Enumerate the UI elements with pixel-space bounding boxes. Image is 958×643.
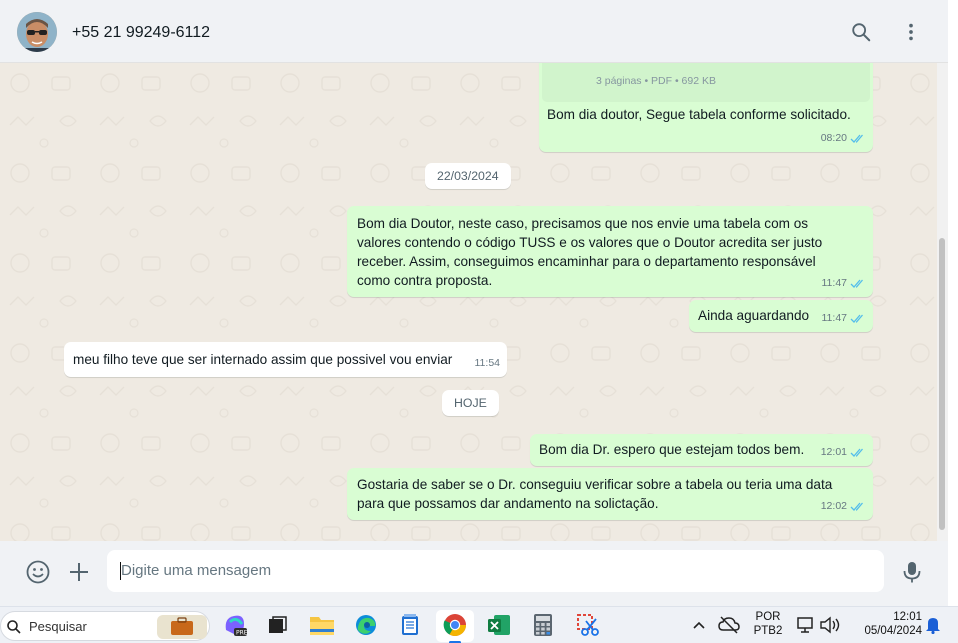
message-meta: 11:54 [475, 354, 501, 373]
clock-time: 12:01 [893, 611, 922, 623]
more-vertical-icon[interactable] [898, 19, 924, 45]
search-icon [7, 620, 21, 634]
briefcase-icon [157, 615, 207, 639]
input-language[interactable]: POR PTB2 [753, 610, 783, 638]
cloud-off-icon[interactable] [716, 612, 742, 638]
double-check-icon [850, 134, 863, 143]
taskbar-search[interactable]: Pesquisar [0, 611, 210, 641]
keyboard-layout: PTB2 [753, 625, 783, 637]
chrome-icon[interactable] [442, 612, 468, 638]
message-text: Bom dia Dr. espero que estejam todos bem… [539, 442, 805, 457]
calculator-icon[interactable] [530, 612, 556, 638]
incoming-message[interactable]: meu filho teve que ser internado assim q… [64, 342, 507, 377]
window-edge [948, 0, 958, 606]
notification-bell-icon[interactable] [920, 612, 946, 638]
date-chip: 22/03/2024 [425, 163, 511, 189]
double-check-icon [850, 279, 863, 288]
message-text: Ainda aguardando [698, 308, 810, 323]
file-explorer-icon[interactable] [309, 612, 335, 638]
windows-taskbar: Pesquisar PRE POR PTB2 12:01 05/04/2024 [0, 606, 958, 643]
double-check-icon [850, 502, 863, 511]
message-input[interactable] [121, 562, 861, 579]
message-composer [0, 541, 948, 606]
snipping-tool-icon[interactable] [575, 612, 601, 638]
copilot-icon[interactable]: PRE [222, 612, 248, 638]
svg-text:PRE: PRE [236, 630, 248, 637]
message-time: 12:01 [820, 446, 847, 458]
message-meta: 12:02 [821, 497, 866, 516]
message-meta: 08:20 [821, 129, 866, 148]
date-chip: HOJE [442, 390, 499, 416]
message-meta: 11:47 [822, 274, 867, 293]
chevron-up-icon[interactable] [686, 612, 712, 638]
message-time: 11:54 [474, 357, 501, 369]
message-text: meu filho teve que ser internado assim q… [73, 352, 453, 367]
plus-icon[interactable] [66, 559, 92, 585]
pdf-attachment[interactable]: 3 páginas • PDF • 692 KB [542, 63, 870, 102]
pdf-meta: 3 páginas • PDF • 692 KB [596, 75, 717, 87]
message-text: Bom dia doutor, Segue tabela conforme so… [547, 107, 851, 122]
chat-scrollbar-thumb[interactable] [939, 238, 945, 530]
double-check-icon [850, 448, 863, 457]
chat-messages-area[interactable]: 3 páginas • PDF • 692 KB Bom dia doutor,… [0, 63, 948, 541]
message-time: 11:47 [821, 277, 848, 289]
whatsapp-window: +55 21 99249-6112 3 páginas • PDF • 692 … [0, 0, 958, 643]
notepad-icon[interactable] [397, 612, 423, 638]
search-icon[interactable] [848, 19, 874, 45]
emoji-icon[interactable] [25, 559, 51, 585]
microphone-icon[interactable] [899, 559, 925, 585]
message-text: Gostaria de saber se o Dr. conseguiu ver… [357, 477, 833, 511]
clock-date: 05/04/2024 [864, 625, 922, 637]
taskbar-search-label: Pesquisar [29, 619, 87, 634]
volume-icon[interactable] [817, 612, 843, 638]
clock[interactable]: 12:01 05/04/2024 [848, 610, 922, 638]
pdf-message[interactable]: 3 páginas • PDF • 692 KB Bom dia doutor,… [539, 63, 873, 152]
message-input-box[interactable] [107, 550, 884, 592]
contact-avatar[interactable] [17, 12, 57, 52]
outgoing-message[interactable]: Gostaria de saber se o Dr. conseguiu ver… [347, 468, 873, 520]
outgoing-message[interactable]: Bom dia Doutor, neste caso, precisamos q… [347, 206, 873, 297]
message-text: Bom dia Doutor, neste caso, precisamos q… [357, 216, 823, 288]
message-meta: 11:47 [822, 309, 867, 328]
outgoing-message[interactable]: Bom dia Dr. espero que estejam todos bem… [530, 434, 873, 466]
outgoing-message[interactable]: Ainda aguardando 11:47 [689, 300, 873, 332]
double-check-icon [850, 314, 863, 323]
contact-name[interactable]: +55 21 99249-6112 [72, 24, 210, 42]
task-view-icon[interactable] [264, 612, 290, 638]
excel-icon[interactable] [486, 612, 512, 638]
message-time: 11:47 [821, 312, 848, 324]
chat-header: +55 21 99249-6112 [0, 0, 948, 63]
message-time: 12:02 [820, 500, 847, 512]
language-code: POR [755, 611, 781, 623]
message-meta: 12:01 [821, 443, 866, 462]
edge-icon[interactable] [353, 612, 379, 638]
network-icon[interactable] [793, 612, 819, 638]
message-time: 08:20 [820, 132, 847, 144]
